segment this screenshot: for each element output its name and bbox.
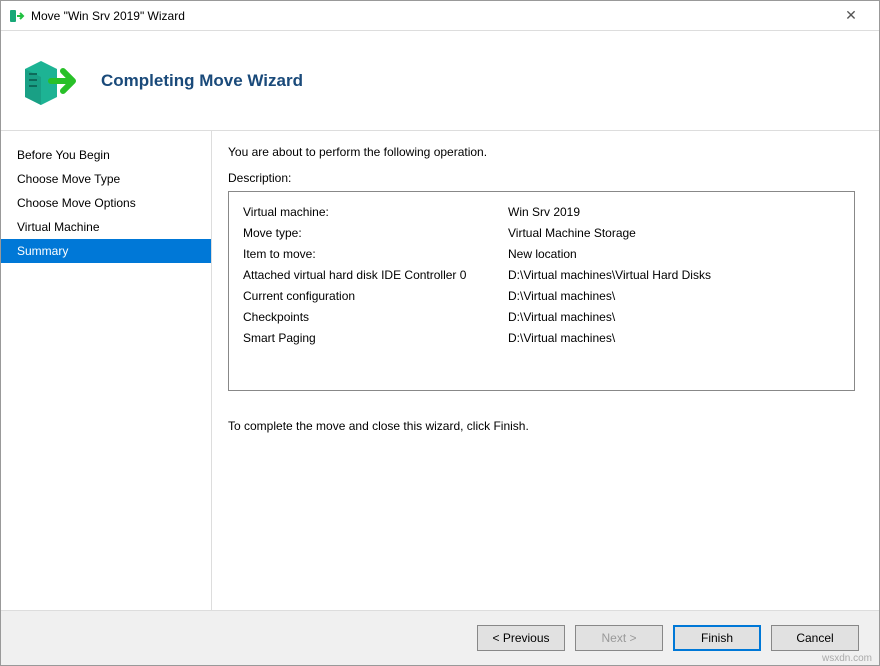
move-server-icon	[21, 51, 81, 111]
close-icon[interactable]: ✕	[831, 7, 871, 24]
description-row: Move type:Virtual Machine Storage	[243, 223, 840, 244]
window-icon	[9, 8, 25, 24]
description-row: Item to move:New location	[243, 244, 840, 265]
wizard-header: Completing Move Wizard	[1, 31, 879, 131]
cancel-button[interactable]: Cancel	[771, 625, 859, 651]
description-label: Description:	[228, 171, 855, 185]
finish-button[interactable]: Finish	[673, 625, 761, 651]
description-key: Checkpoints	[243, 307, 508, 328]
description-row: Attached virtual hard disk IDE Controlle…	[243, 265, 840, 286]
description-key: Item to move:	[243, 244, 508, 265]
window-title: Move "Win Srv 2019" Wizard	[31, 9, 831, 23]
page-title: Completing Move Wizard	[101, 71, 303, 91]
sidebar-item-choose-move-options[interactable]: Choose Move Options	[1, 191, 211, 215]
description-value: Virtual Machine Storage	[508, 223, 840, 244]
wizard-footer: < Previous Next > Finish Cancel	[1, 610, 879, 665]
sidebar-item-before-you-begin[interactable]: Before You Begin	[1, 143, 211, 167]
description-value: Win Srv 2019	[508, 202, 840, 223]
completion-hint: To complete the move and close this wiza…	[228, 419, 855, 433]
description-row: Virtual machine:Win Srv 2019	[243, 202, 840, 223]
next-button: Next >	[575, 625, 663, 651]
wizard-body: Before You BeginChoose Move TypeChoose M…	[1, 131, 879, 610]
sidebar-item-virtual-machine[interactable]: Virtual Machine	[1, 215, 211, 239]
description-row: Current configurationD:\Virtual machines…	[243, 286, 840, 307]
description-key: Smart Paging	[243, 328, 508, 349]
description-key: Attached virtual hard disk IDE Controlle…	[243, 265, 508, 286]
wizard-sidebar: Before You BeginChoose Move TypeChoose M…	[1, 131, 211, 610]
description-value: D:\Virtual machines\	[508, 286, 840, 307]
description-key: Current configuration	[243, 286, 508, 307]
description-key: Move type:	[243, 223, 508, 244]
sidebar-item-summary[interactable]: Summary	[1, 239, 211, 263]
description-value: D:\Virtual machines\Virtual Hard Disks	[508, 265, 840, 286]
description-row: Smart PagingD:\Virtual machines\	[243, 328, 840, 349]
description-key: Virtual machine:	[243, 202, 508, 223]
description-box: Virtual machine:Win Srv 2019Move type:Vi…	[228, 191, 855, 391]
titlebar: Move "Win Srv 2019" Wizard ✕	[1, 1, 879, 31]
description-value: New location	[508, 244, 840, 265]
wizard-content: You are about to perform the following o…	[211, 131, 879, 610]
description-value: D:\Virtual machines\	[508, 307, 840, 328]
description-row: CheckpointsD:\Virtual machines\	[243, 307, 840, 328]
sidebar-item-choose-move-type[interactable]: Choose Move Type	[1, 167, 211, 191]
description-value: D:\Virtual machines\	[508, 328, 840, 349]
intro-text: You are about to perform the following o…	[228, 145, 855, 159]
watermark: wsxdn.com	[822, 653, 872, 664]
previous-button[interactable]: < Previous	[477, 625, 565, 651]
